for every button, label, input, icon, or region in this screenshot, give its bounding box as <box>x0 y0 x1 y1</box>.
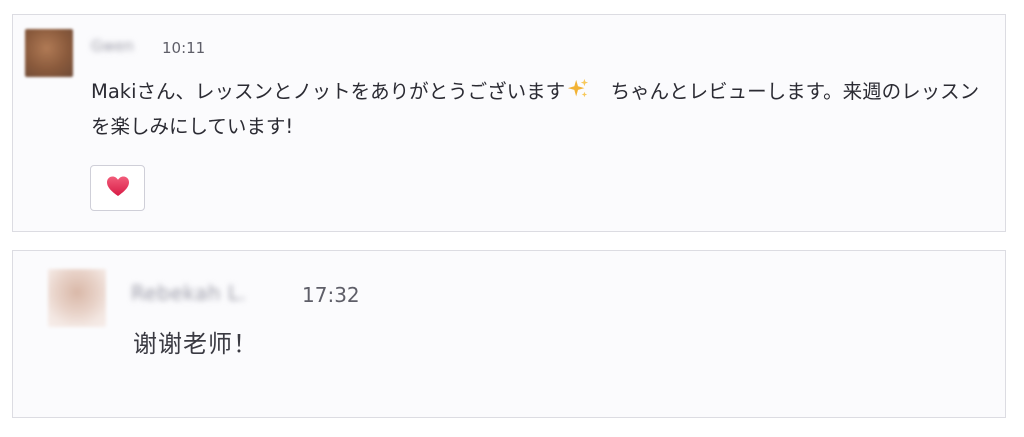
message-timestamp[interactable]: 17:32 <box>302 283 360 307</box>
message-text-part: Makiさん、レッスンとノットをありがとうございます <box>91 80 566 103</box>
message-card: Rebekah L. 17:32 谢谢老师！ <box>12 250 1006 418</box>
heart-icon <box>106 175 130 201</box>
message-card: Gwen 10:11 Makiさん、レッスンとノットをありがとうございます ちゃ… <box>12 14 1006 232</box>
message-text: 谢谢老师！ <box>133 330 258 358</box>
message-timestamp[interactable]: 10:11 <box>162 39 205 57</box>
author-name[interactable]: Rebekah L. <box>131 281 246 305</box>
message-text: Makiさん、レッスンとノットをありがとうございます ちゃんとレビューします。来… <box>91 75 981 143</box>
avatar[interactable] <box>25 29 73 77</box>
heart-reaction-button[interactable] <box>90 165 145 211</box>
avatar[interactable] <box>48 269 106 327</box>
author-name[interactable]: Gwen <box>91 37 134 55</box>
sparkles-icon <box>567 77 589 110</box>
